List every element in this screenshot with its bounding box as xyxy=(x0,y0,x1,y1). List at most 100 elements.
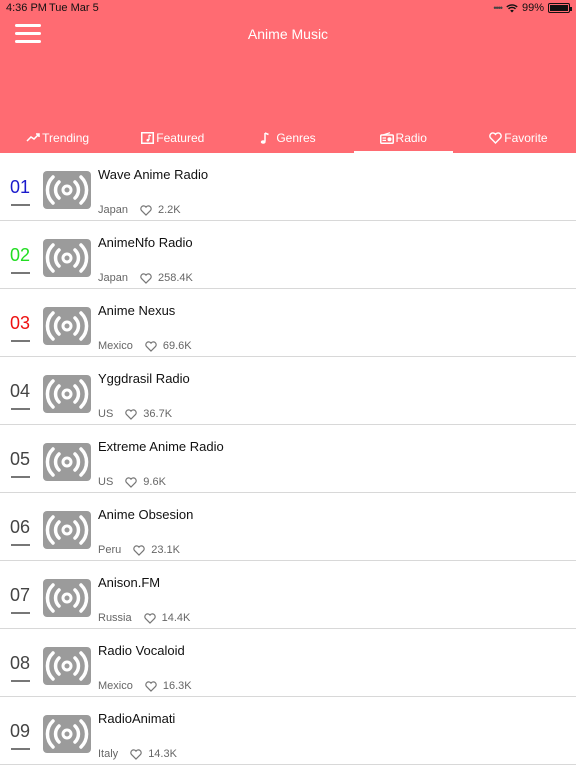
station-name: RadioAnimati xyxy=(98,711,176,726)
tab-bar: Trending Featured Genres Radio Favorite xyxy=(0,128,576,153)
station-country: Japan xyxy=(98,204,128,216)
station-country: Russia xyxy=(98,612,132,624)
station-rank: 02 xyxy=(10,245,32,274)
tab-radio[interactable]: Radio xyxy=(346,128,461,153)
station-name: AnimeNfo Radio xyxy=(98,235,193,250)
rank-underline xyxy=(11,272,30,274)
music-note-icon xyxy=(260,128,270,148)
tab-trending[interactable]: Trending xyxy=(0,128,115,153)
station-meta: Mexico 69.6K xyxy=(98,340,192,352)
station-thumbnail xyxy=(43,239,91,277)
station-row[interactable]: 04 Yggdrasil Radio US 36.7K xyxy=(0,357,576,425)
station-rank-number: 06 xyxy=(10,517,31,537)
broadcast-icon xyxy=(45,311,89,341)
broadcast-icon xyxy=(45,583,89,613)
station-row[interactable]: 09 RadioAnimati Italy 14.3K xyxy=(0,697,576,765)
station-rank: 05 xyxy=(10,449,32,478)
tab-favorite[interactable]: Favorite xyxy=(461,128,576,153)
station-country: Mexico xyxy=(98,340,133,352)
station-thumbnail xyxy=(43,511,91,549)
broadcast-icon xyxy=(45,515,89,545)
station-thumbnail xyxy=(43,307,91,345)
featured-icon xyxy=(141,128,155,148)
station-rank-number: 02 xyxy=(10,245,31,265)
like-heart-icon[interactable] xyxy=(130,748,142,760)
station-country: Japan xyxy=(98,272,128,284)
broadcast-icon xyxy=(45,719,89,749)
radio-icon xyxy=(379,128,394,148)
tab-trending-label: Trending xyxy=(42,131,90,145)
tab-favorite-label: Favorite xyxy=(504,131,548,145)
station-name: Wave Anime Radio xyxy=(98,167,209,182)
station-rank: 06 xyxy=(10,517,32,546)
station-row[interactable]: 01 Wave Anime Radio Japan 2.2K xyxy=(0,153,576,221)
station-country: US xyxy=(98,476,114,488)
like-heart-icon[interactable] xyxy=(125,476,138,488)
station-rank: 08 xyxy=(10,653,32,682)
station-rank-number: 04 xyxy=(10,381,31,401)
station-row[interactable]: 07 Anison.FM Russia 14.4K xyxy=(0,561,576,629)
tab-featured[interactable]: Featured xyxy=(115,128,230,153)
like-heart-icon[interactable] xyxy=(125,408,138,420)
station-row[interactable]: 02 AnimeNfo Radio Japan 258.4K xyxy=(0,221,576,289)
station-meta: Mexico 16.3K xyxy=(98,680,192,692)
station-likes: 9.6K xyxy=(143,476,166,488)
station-rank-number: 01 xyxy=(10,177,31,197)
like-heart-icon[interactable] xyxy=(140,204,152,216)
station-thumbnail xyxy=(43,715,91,753)
page-title: Anime Music xyxy=(247,26,329,42)
battery-percent: 99% xyxy=(521,2,544,14)
station-rank: 04 xyxy=(10,381,32,410)
station-list: 01 Wave Anime Radio Japan 2.2K 02 AnimeNfo Ra… xyxy=(0,153,576,765)
station-rank-number: 03 xyxy=(10,313,31,333)
station-meta: Russia 14.4K xyxy=(98,612,190,624)
station-name: Anime Obsesion xyxy=(98,507,194,522)
station-likes: 14.3K xyxy=(148,748,177,760)
station-meta: US 36.7K xyxy=(98,408,172,420)
station-likes: 16.3K xyxy=(162,680,192,692)
rank-underline xyxy=(11,476,30,478)
station-row[interactable]: 06 Anime Obsesion Peru 23.1K xyxy=(0,493,576,561)
like-heart-icon[interactable] xyxy=(145,680,157,692)
station-rank-number: 07 xyxy=(10,585,31,605)
tab-radio-label: Radio xyxy=(395,131,427,145)
station-rank: 09 xyxy=(10,721,32,750)
station-likes: 36.7K xyxy=(143,408,173,420)
station-likes: 258.4K xyxy=(157,272,193,284)
trending-icon xyxy=(26,128,40,148)
rank-underline xyxy=(11,544,30,546)
status-bar: 4:36 PM Tue Mar 5 •••• 99% xyxy=(0,0,576,16)
like-heart-icon[interactable] xyxy=(140,272,152,284)
station-rank-number: 08 xyxy=(10,653,31,673)
station-row[interactable]: 08 Radio Vocaloid Mexico 16.3K xyxy=(0,629,576,697)
station-name: Radio Vocaloid xyxy=(98,643,185,658)
rank-underline xyxy=(11,340,30,342)
station-likes: 14.4K xyxy=(161,612,191,624)
station-meta: Japan 258.4K xyxy=(98,272,193,284)
station-thumbnail xyxy=(43,375,91,413)
like-heart-icon[interactable] xyxy=(145,340,157,352)
station-meta: Peru 23.1K xyxy=(98,544,180,556)
status-date: Tue Mar 5 xyxy=(49,2,99,14)
wifi-icon xyxy=(506,3,518,12)
station-thumbnail xyxy=(43,171,91,209)
station-thumbnail xyxy=(43,579,91,617)
station-thumbnail xyxy=(43,443,91,481)
station-row[interactable]: 05 Extreme Anime Radio US 9.6K xyxy=(0,425,576,493)
station-rank-number: 09 xyxy=(10,721,31,741)
like-heart-icon[interactable] xyxy=(143,612,156,624)
station-row[interactable]: 03 Anime Nexus Mexico 69.6K xyxy=(0,289,576,357)
station-rank: 01 xyxy=(10,177,32,206)
tab-genres[interactable]: Genres xyxy=(230,128,345,153)
status-time: 4:36 PM xyxy=(6,2,47,14)
heart-icon xyxy=(489,128,503,148)
station-country: Peru xyxy=(98,544,122,556)
tab-featured-label: Featured xyxy=(156,131,205,145)
station-name: Anison.FM xyxy=(98,575,161,590)
rank-underline xyxy=(11,612,30,614)
like-heart-icon[interactable] xyxy=(133,544,145,556)
broadcast-icon xyxy=(45,651,89,681)
tab-genres-label: Genres xyxy=(276,131,316,145)
station-thumbnail xyxy=(43,647,91,685)
station-likes: 23.1K xyxy=(151,544,180,556)
